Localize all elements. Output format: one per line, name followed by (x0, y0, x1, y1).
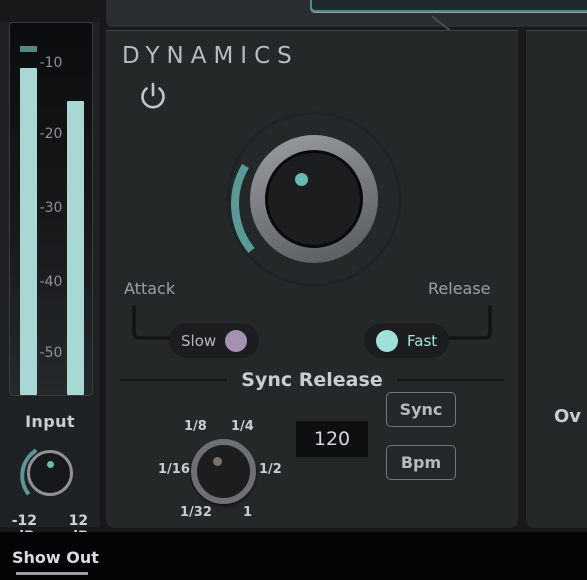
top-display-box[interactable] (310, 0, 587, 12)
dynamics-knob-face (265, 150, 363, 248)
division-label-1: 1 (243, 505, 253, 520)
divider-left (120, 379, 228, 381)
dynamics-panel: DYNAMICS Attack Release Slow Fast Sync R… (106, 30, 518, 528)
dynamics-knob-indicator (295, 173, 308, 186)
plugin-window: -10-20-30-40-50 Input -12 dB 12 dB DYNAM… (0, 0, 587, 580)
bottom-bar: Show Out (0, 532, 587, 580)
meter-peak-indicator (20, 45, 37, 52)
sync-knob-indicator (213, 457, 222, 466)
attack-toggle-label: Slow (181, 331, 217, 350)
input-knob-ring (27, 450, 73, 496)
sync-division-knob[interactable]: 1/8 1/4 1/16 1/2 1/32 1 (158, 419, 282, 524)
dynamics-amount-knob[interactable] (224, 109, 404, 289)
input-gain-knob[interactable] (14, 437, 86, 509)
sync-release-title: Sync Release (241, 369, 383, 391)
release-toggle[interactable]: Fast (364, 323, 450, 358)
page-title: DYNAMICS (122, 43, 299, 69)
release-bracket (446, 305, 492, 340)
power-icon[interactable] (136, 79, 170, 113)
release-toggle-dot (376, 329, 398, 352)
meter-bar-left (20, 67, 37, 395)
division-label-1-4: 1/4 (231, 419, 254, 434)
attack-toggle-dot (225, 329, 248, 352)
division-label-1-32: 1/32 (180, 505, 212, 520)
bpm-button[interactable]: Bpm (386, 445, 456, 480)
release-toggle-label: Fast (407, 331, 438, 350)
input-gain-section: Input -12 dB 12 dB (0, 407, 100, 545)
division-label-1-8: 1/8 (184, 419, 207, 434)
attack-toggle[interactable]: Slow (169, 323, 260, 358)
input-label: Input (25, 412, 75, 431)
meter-bar-right (67, 101, 84, 395)
divider-right (396, 379, 504, 381)
attack-label: Attack (124, 279, 176, 298)
input-level-meter: -10 -20 -30 -40 -50 (9, 22, 93, 396)
right-panel-title: Ov (554, 406, 582, 427)
meter-panel: -10-20-30-40-50 Input -12 dB 12 dB (0, 22, 101, 545)
show-out-underline (16, 572, 88, 575)
right-panel: Ov (526, 30, 587, 528)
show-out-button[interactable]: Show Out (12, 548, 99, 567)
input-knob-indicator (47, 461, 54, 468)
division-label-1-2: 1/2 (259, 462, 282, 477)
division-label-1-16: 1/16 (158, 462, 190, 477)
bpm-value-field[interactable]: 120 (296, 421, 368, 457)
sync-knob-face (191, 439, 256, 504)
release-label: Release (428, 279, 491, 298)
sync-release-header: Sync Release (120, 369, 504, 391)
sync-button[interactable]: Sync (386, 392, 456, 427)
